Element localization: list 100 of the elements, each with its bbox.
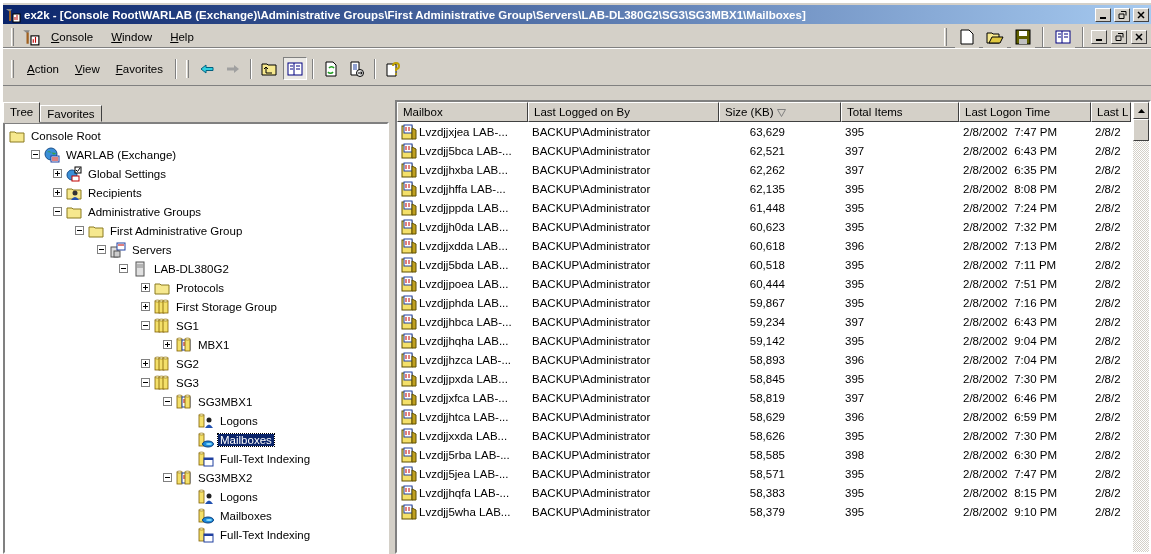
column-header[interactable]: Total Items [841,102,959,122]
collapse-toggle[interactable] [75,226,84,235]
table-cell: 397 [845,144,865,157]
tree-item[interactable]: First Administrative Group [108,224,245,237]
table-cell: BACKUP\Administrator [532,296,651,309]
database-icon [176,336,192,353]
table-cell: 58,845 [749,372,785,385]
tree-item[interactable]: SG3 [174,376,201,389]
table-cell: 395 [845,372,865,385]
expand-toggle[interactable] [53,169,62,178]
close-button[interactable] [1131,29,1147,44]
table-cell: 63,629 [749,125,785,138]
table-cell: BACKUP\Administrator [532,239,651,252]
column-header[interactable]: Last Logon Time [959,102,1091,122]
table-cell: 62,262 [749,163,785,176]
menu-item[interactable]: Window [104,28,160,45]
table-cell: 60,623 [749,220,785,233]
server-tower-icon [132,260,148,277]
menu-item[interactable]: View [67,60,107,77]
collapse-toggle[interactable] [163,397,172,406]
menu-item[interactable]: Action [20,60,66,77]
table-cell: 2/8/2 [1095,486,1121,499]
tree-item[interactable]: First Storage Group [174,300,279,313]
table-cell: BACKUP\Administrator [532,410,651,423]
table-cell: 2/8/2 [1095,258,1121,271]
menu-item[interactable]: Favorites [108,60,170,77]
table-cell: BACKUP\Administrator [532,372,651,385]
column-header[interactable]: Mailbox [397,102,528,122]
expand-toggle[interactable] [141,359,150,368]
table-cell: 58,585 [749,448,785,461]
collapse-toggle[interactable] [119,264,128,273]
menu-item[interactable]: Console [44,28,101,45]
table-cell: 2/8/2002 8:15 PM [963,486,1057,499]
restore-button[interactable] [1114,7,1130,22]
collapse-toggle[interactable] [163,473,172,482]
mailbox-icon [401,199,417,216]
tab[interactable]: Tree [3,102,41,123]
collapse-toggle[interactable] [31,150,40,159]
table-cell: 62,135 [749,182,785,195]
expand-toggle[interactable] [53,188,62,197]
tree-item[interactable]: SG3MBX1 [196,395,255,408]
tree-item[interactable]: Protocols [174,281,226,294]
collapse-toggle[interactable] [141,321,150,330]
tree-item[interactable]: Global Settings [86,167,168,180]
scroll-up-button[interactable] [1133,102,1149,119]
minimize-button[interactable] [1091,29,1107,44]
tree-item[interactable]: Mailboxes [218,433,274,446]
table-cell: Lvzdjj5rba LAB-... [419,448,510,461]
scrollbar[interactable] [1133,102,1149,552]
table-cell: 59,142 [749,334,785,347]
tree-item[interactable]: Console Root [29,129,103,142]
column-header[interactable]: Size (KB) [719,102,841,122]
tree-item[interactable]: Recipients [86,186,144,199]
tree-item[interactable]: Full-Text Indexing [218,528,313,541]
collapse-toggle[interactable] [141,378,150,387]
table-cell: BACKUP\Administrator [532,429,651,442]
tree-item[interactable]: Logons [218,414,260,427]
database-person-icon [198,488,214,505]
table-cell: 2/8/2002 7:11 PM [963,258,1057,271]
column-header[interactable]: Last Logged on By [528,102,719,122]
table-cell: BACKUP\Administrator [532,448,651,461]
close-icon [1137,10,1145,19]
column-title: Mailbox [403,106,443,118]
table-cell: 396 [845,410,865,423]
table-cell: Lvzdjjhxba LAB... [419,163,508,176]
table-cell: 395 [845,334,865,347]
restore-button[interactable] [1111,29,1127,44]
tree-item[interactable]: WARLAB (Exchange) [64,148,179,161]
tree-item[interactable]: Mailboxes [218,509,274,522]
table-cell: Lvzdjjphda LAB... [419,296,509,309]
scroll-thumb[interactable] [1133,119,1149,141]
mailbox-icon [401,123,417,140]
tree-item[interactable]: MBX1 [196,338,232,351]
expand-toggle[interactable] [141,302,150,311]
column-title: Size (KB) [725,106,774,118]
tree-item[interactable]: Full-Text Indexing [218,452,313,465]
tree-item[interactable]: SG2 [174,357,201,370]
table-cell: Lvzdjjxdda LAB... [419,239,508,252]
menu-item[interactable]: Help [163,28,201,45]
tree-item[interactable]: SG1 [174,319,201,332]
column-header[interactable]: Last L [1091,102,1131,122]
collapse-toggle[interactable] [53,207,62,216]
close-icon [1135,32,1143,41]
tab[interactable]: Favorites [40,105,102,122]
expand-toggle[interactable] [163,340,172,349]
minimize-button[interactable] [1095,7,1111,22]
tree-item[interactable]: SG3MBX2 [196,471,255,484]
mailbox-icon [401,332,417,349]
database-stack-icon [154,355,170,372]
database-stack-icon [154,374,170,391]
tree-item[interactable]: Administrative Groups [86,205,204,218]
expand-toggle[interactable] [141,283,150,292]
table-cell: 2/8/2 [1095,201,1121,214]
table-cell: 60,444 [749,277,785,290]
tree-item[interactable]: Servers [130,243,174,256]
tree-item[interactable]: LAB-DL380G2 [152,262,231,275]
tree-item[interactable]: Logons [218,490,260,503]
collapse-toggle[interactable] [97,245,106,254]
table-cell: Lvzdjjpxda LAB... [419,372,508,385]
close-button[interactable] [1133,7,1149,22]
